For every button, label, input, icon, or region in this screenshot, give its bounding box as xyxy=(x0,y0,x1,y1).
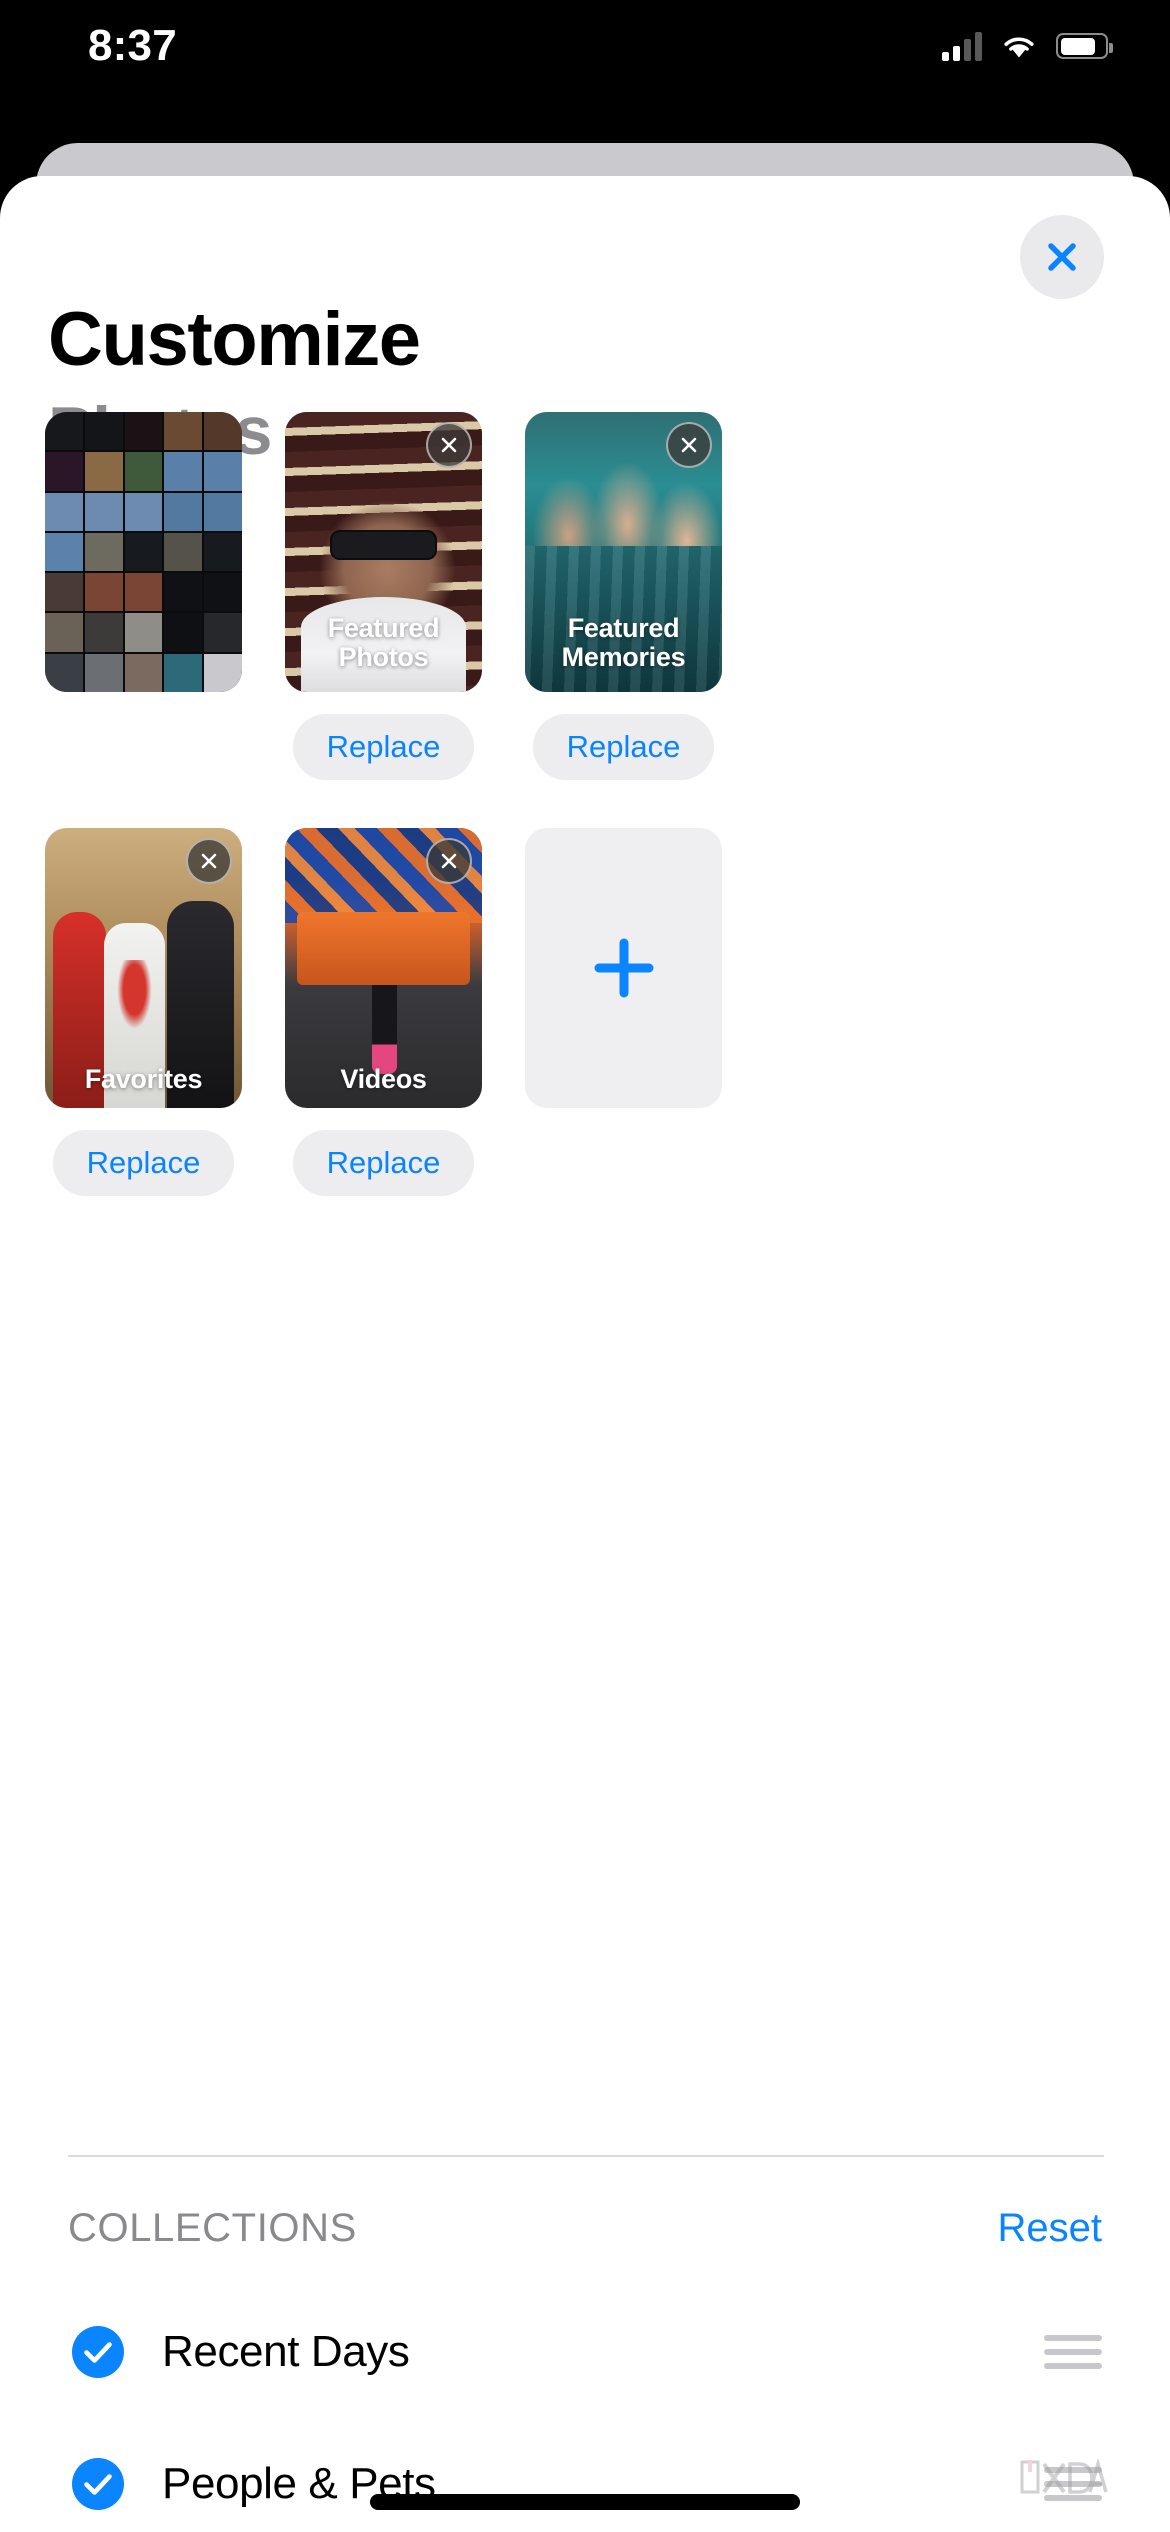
tile-thumbnail[interactable]: Favorites xyxy=(45,828,242,1108)
tile-label-line1: Featured xyxy=(567,613,680,644)
tile-row: Featured Photos Replace Featured Memorie… xyxy=(0,412,1170,780)
remove-icon[interactable] xyxy=(666,422,712,468)
remove-icon[interactable] xyxy=(186,838,232,884)
section-divider xyxy=(68,2155,1104,2157)
replace-button-wrap: Replace xyxy=(45,1130,242,1196)
tile-label: Featured Memories xyxy=(533,614,714,672)
tile-favorites[interactable]: Favorites Replace xyxy=(45,828,242,1196)
collection-label: Recent Days xyxy=(162,2327,410,2376)
checkmark-circle-icon[interactable] xyxy=(72,2458,124,2510)
xda-watermark xyxy=(1020,2457,1108,2494)
tile-thumbnail[interactable]: Featured Photos xyxy=(285,412,482,692)
tile-label-line2: Photos xyxy=(338,642,429,673)
tile-label-line2: Memories xyxy=(561,642,686,673)
replace-button[interactable]: Replace xyxy=(52,1130,235,1196)
tile-label-line1: Featured xyxy=(327,613,440,644)
status-bar: 8:37 xyxy=(0,0,1170,92)
collections-header: COLLECTIONS Reset xyxy=(68,2206,1102,2251)
status-bar-indicators xyxy=(942,31,1113,61)
home-indicator xyxy=(370,2494,800,2510)
tile-grid: Featured Photos Replace Featured Memorie… xyxy=(0,412,1170,1196)
cellular-signal-icon xyxy=(942,31,982,61)
tile-label: Featured Photos xyxy=(293,614,474,672)
replace-button[interactable]: Replace xyxy=(292,1130,475,1196)
tile-all-photos[interactable] xyxy=(45,412,242,780)
tile-featured-photos[interactable]: Featured Photos Replace xyxy=(285,412,482,780)
replace-button[interactable]: Replace xyxy=(532,714,715,780)
tile-thumbnail[interactable]: Featured Memories xyxy=(525,412,722,692)
collection-row-recent-days[interactable]: Recent Days xyxy=(0,2286,1170,2418)
tile-videos[interactable]: Videos Replace xyxy=(285,828,482,1196)
battery-icon xyxy=(1056,33,1113,59)
plus-icon xyxy=(594,938,653,998)
tile-thumbnail[interactable] xyxy=(45,412,242,692)
page-title: Customize xyxy=(48,297,421,382)
close-icon[interactable] xyxy=(1020,215,1104,299)
checkmark-circle-icon[interactable] xyxy=(72,2326,124,2378)
wifi-icon xyxy=(1000,32,1038,60)
replace-button-wrap: Replace xyxy=(525,714,722,780)
collection-row-people-pets[interactable]: People & Pets xyxy=(0,2418,1170,2532)
tile-label: Favorites xyxy=(84,1064,203,1095)
drag-handle-icon[interactable] xyxy=(1044,2335,1102,2369)
reset-button[interactable]: Reset xyxy=(998,2206,1103,2251)
status-bar-clock: 8:37 xyxy=(88,21,177,70)
tile-thumbnail[interactable]: Videos xyxy=(285,828,482,1108)
tile-label: Videos xyxy=(340,1064,427,1095)
remove-icon[interactable] xyxy=(426,422,472,468)
remove-icon[interactable] xyxy=(426,838,472,884)
tile-add-slot[interactable] xyxy=(525,828,722,1196)
collage-artwork xyxy=(45,412,242,692)
customize-sheet: Customize Photos xyxy=(0,176,1170,2532)
tile-row: Favorites Replace Videos Replace xyxy=(0,828,1170,1196)
tile-featured-memories[interactable]: Featured Memories Replace xyxy=(525,412,722,780)
collections-title: COLLECTIONS xyxy=(68,2206,357,2250)
replace-button-wrap: Replace xyxy=(285,1130,482,1196)
replace-button[interactable]: Replace xyxy=(292,714,475,780)
replace-button-wrap: Replace xyxy=(285,714,482,780)
add-tile-button[interactable] xyxy=(525,828,722,1108)
